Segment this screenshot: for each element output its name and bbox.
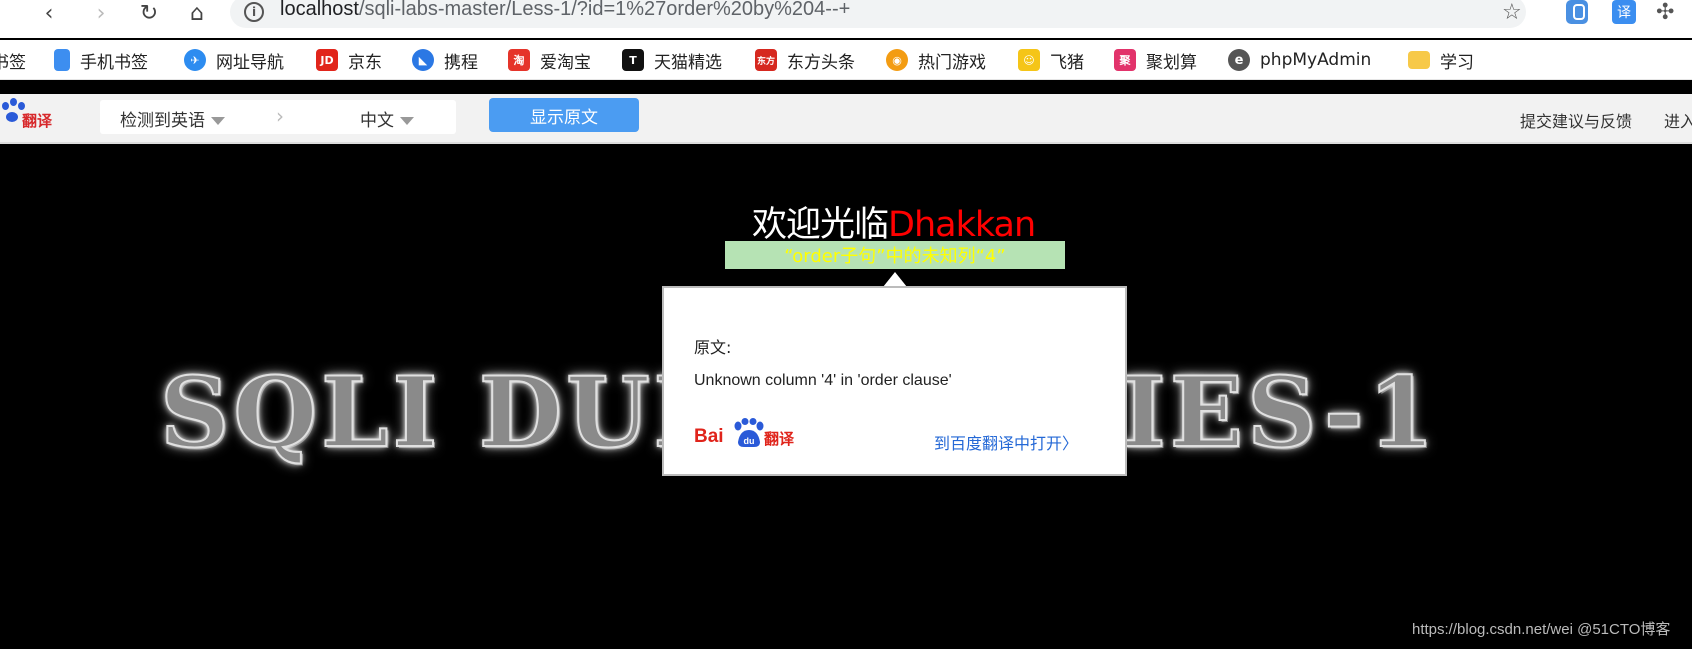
url-input[interactable]: i localhost/sqli-labs-master/Less-1/?id=… [230,0,1526,28]
game-icon: ◉ [886,49,908,71]
bookmark-item-fliggy[interactable]: ☺ 飞猪 [1018,46,1084,74]
puzzle-icon[interactable]: ✣ [1656,0,1674,25]
address-bar: ‹ › ↻ ⌂ i localhost/sqli-labs-master/Les… [0,0,1692,38]
back-icon[interactable]: ‹ [34,0,64,26]
bookmark-item-ctrip[interactable]: ◣ 携程 [412,46,478,74]
site-info-icon[interactable]: i [244,2,264,22]
popup-pointer [883,272,907,287]
taobao-icon: 淘 [508,49,530,71]
compass-icon: ✈ [184,49,206,71]
watermark: https://blog.csdn.net/wei @51CTO博客 [1412,621,1671,638]
bookmark-item-juhuasuan[interactable]: 聚聚划算 [1114,46,1197,74]
baidu-logo: Bai du 翻译 [694,416,804,450]
open-in-baidu-link[interactable]: 到百度翻译中打开〉 [934,430,1078,454]
folder-icon [1408,51,1430,69]
translate-extension-icon[interactable]: 译 [1612,0,1636,24]
popup-original-text: Unknown column '4' in 'order clause' [694,372,952,389]
chevron-down-icon [211,117,225,125]
bookmark-item-phpmyadmin[interactable]: e phpMyAdmin [1228,46,1371,74]
extension-icon[interactable] [1566,0,1588,24]
bookmark-item-mobile[interactable]: 手机书签 [54,46,148,74]
translated-error-message[interactable]: “order子句”中的未知列“4” [725,241,1065,269]
bookmark-item-bookmarks[interactable]: 书签 [0,46,26,74]
phone-icon [54,49,70,71]
original-text-popup: 原文: Unknown column '4' in 'order clause'… [662,286,1127,476]
jd-icon: JD [316,49,338,71]
url-host: localhost [280,0,359,20]
feedback-link[interactable]: 提交建议与反馈 [1520,108,1632,132]
bookmarks-bar: 书签 手机书签 ✈ 网址导航 JD 京东 ◣ 携程 淘爱淘宝 T 天猫精选 东方 东方头条… [0,40,1692,80]
ctrip-icon: ◣ [412,49,434,71]
welcome-name: Dhakkan [888,205,1036,245]
svg-text:du: du [744,436,755,446]
bookmark-item-games[interactable]: ◉ 热门游戏 [886,46,986,74]
bookmark-item-taobao[interactable]: 淘爱淘宝 [508,46,591,74]
advanced-link[interactable]: 进入 [1664,108,1692,132]
bookmark-item-study[interactable]: 学习 [1408,46,1474,74]
welcome-heading: 欢迎光临Dhakkan [752,205,1036,245]
bookmark-item-nav[interactable]: ✈ 网址导航 [184,46,284,74]
bookmark-item-jd[interactable]: JD 京东 [316,46,382,74]
translate-bar: 翻译 检测到英语 › 中文 显示原文 提交建议与反馈 进入 [0,94,1692,144]
url-path: /sqli-labs-master/Less-1/?id=1%27order%2… [358,0,851,20]
bookmark-item-dftt[interactable]: 东方 东方头条 [755,46,855,74]
fliggy-icon: ☺ [1018,49,1040,71]
baidu-paw-icon: du [734,418,764,447]
target-language-select[interactable]: 中文 [360,106,414,131]
star-icon[interactable]: ☆ [1502,0,1522,25]
show-original-button[interactable]: 显示原文 [489,98,639,132]
chevron-down-icon [400,117,414,125]
bookmark-item-tmall[interactable]: T 天猫精选 [622,46,722,74]
dftt-icon: 东方 [755,49,777,71]
baidu-translate-logo: 翻译 [0,98,60,130]
arrow-right-icon: › [276,104,284,128]
tmall-icon: T [622,49,644,71]
popup-label: 原文: [694,338,732,357]
language-selector: 检测到英语 › 中文 [100,100,456,134]
forward-icon[interactable]: › [86,0,116,26]
edge-icon: e [1228,49,1250,71]
juhuasuan-icon: 聚 [1114,49,1136,71]
source-language-select[interactable]: 检测到英语 [120,106,225,131]
reload-icon[interactable]: ↻ [134,0,164,26]
home-icon[interactable]: ⌂ [182,0,212,26]
